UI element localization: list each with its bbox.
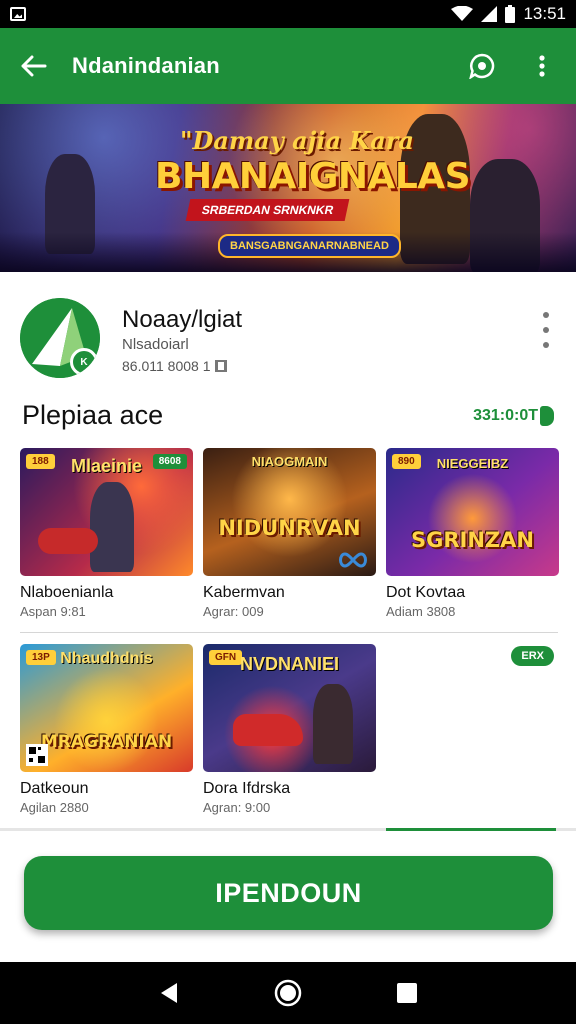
game-subtitle: Aspan 9:81 bbox=[20, 604, 86, 619]
game-art-title: Mlaeinie bbox=[70, 456, 143, 476]
more-dot-icon bbox=[543, 312, 549, 318]
game-subtitle: Agilan 2880 bbox=[20, 800, 89, 815]
section-title: Plepiaa ace bbox=[22, 400, 164, 430]
infinity-icon bbox=[339, 552, 367, 568]
banner-pill: BANSGABNGANARNABNEAD bbox=[218, 234, 401, 258]
banner-ribbon: SRBERDAN SRNKNKR bbox=[185, 199, 350, 221]
app-logo: K bbox=[20, 298, 100, 378]
game-art-title: SGRINZAN bbox=[411, 528, 534, 552]
app-developer[interactable]: Nlsadoiarl bbox=[122, 336, 189, 353]
game-art-top: Nhaudhdnis bbox=[60, 650, 153, 667]
nav-back-button[interactable] bbox=[149, 973, 189, 1013]
game-name: Dora Ifdrska bbox=[203, 780, 291, 797]
game-name: Kabermvan bbox=[203, 584, 285, 601]
nav-home-icon bbox=[274, 979, 302, 1007]
more-vert-icon bbox=[539, 55, 545, 77]
signal-icon bbox=[481, 6, 498, 22]
game-card[interactable]: 188 8608 Mlaeinie Nlaboenianla Aspan 9:8… bbox=[20, 448, 193, 619]
game-card[interactable]: 13P Nhaudhdnis MRAGRANIAN Datkeoun Agila… bbox=[20, 644, 193, 815]
game-thumbnail: 188 8608 Mlaeinie bbox=[20, 448, 193, 576]
game-art-title: NIDUNRVAN bbox=[218, 516, 361, 540]
status-time: 13:51 bbox=[523, 4, 566, 23]
app-meta: 86.011 8008 1 bbox=[122, 358, 227, 374]
banner-title: BHANAIGNALAS bbox=[155, 156, 471, 197]
nav-home-button[interactable] bbox=[268, 973, 308, 1013]
game-thumbnail: 13P Nhaudhdnis MRAGRANIAN bbox=[20, 644, 193, 772]
game-art-top: NIEGGEIBZ bbox=[436, 456, 509, 471]
game-art-title: NVDNANIEI bbox=[239, 654, 339, 674]
game-name: Nlaboenianla bbox=[20, 584, 114, 601]
game-name: Dot Kovtaa bbox=[386, 584, 466, 601]
scroll-indicator bbox=[0, 828, 576, 831]
app-name: Noaay/lgiat bbox=[122, 306, 243, 333]
qr-code-icon bbox=[26, 744, 48, 766]
game-art-weapon bbox=[38, 528, 98, 554]
game-art-title: MRAGRANIAN bbox=[40, 732, 173, 752]
game-card[interactable]: 890 NIEGGEIBZ SGRINZAN Dot Kovtaa Adiam … bbox=[386, 448, 559, 619]
game-art-top: NIAOGMAIN bbox=[251, 454, 328, 469]
game-subtitle: Agran: 9:00 bbox=[203, 800, 271, 815]
section-see-all-link[interactable]: 331:0:0T bbox=[473, 406, 554, 426]
nav-recents-button[interactable] bbox=[387, 973, 427, 1013]
chat-icon bbox=[469, 53, 495, 79]
more-dot-icon bbox=[543, 327, 549, 333]
game-subtitle: Agrar: 009 bbox=[203, 604, 264, 619]
game-art-vehicle bbox=[233, 714, 303, 746]
nav-back-icon bbox=[161, 983, 178, 1003]
game-thumbnail: NIAOGMAIN NIDUNRVAN bbox=[203, 448, 376, 576]
app-logo-badge: K bbox=[70, 348, 98, 376]
floating-badge[interactable]: ERX bbox=[511, 646, 554, 666]
status-bar: 13:51 bbox=[0, 0, 576, 28]
game-thumbnail: 890 NIEGGEIBZ SGRINZAN bbox=[386, 448, 559, 576]
promo-banner[interactable]: "Damay ajia Kara BHANAIGNALAS SRBERDAN S… bbox=[0, 104, 576, 272]
game-art-character bbox=[90, 482, 134, 572]
more-options-button[interactable] bbox=[522, 46, 562, 86]
section-link-label: 331:0:0T bbox=[473, 407, 538, 424]
app-bar: Ndanindanian bbox=[0, 28, 576, 104]
game-subtitle: Adiam 3808 bbox=[386, 604, 456, 619]
game-thumbnail: GFN NVDNANIEI bbox=[203, 644, 376, 772]
app-more-button[interactable] bbox=[536, 310, 556, 350]
game-art-character bbox=[313, 684, 353, 764]
game-card[interactable]: GFN NVDNANIEI Dora Ifdrska Agran: 9:00 bbox=[203, 644, 376, 815]
app-info: K Noaay/lgiat Nlsadoiarl 86.011 8008 1 bbox=[0, 272, 576, 392]
banner-line1: "Damay ajia Kara bbox=[180, 126, 414, 155]
system-nav-bar bbox=[0, 962, 576, 1024]
battery-icon bbox=[505, 5, 516, 23]
info-icon bbox=[214, 360, 227, 372]
arrow-tab-icon bbox=[540, 406, 554, 426]
wifi-icon bbox=[451, 6, 474, 21]
row-divider bbox=[20, 632, 558, 633]
game-name: Datkeoun bbox=[20, 780, 89, 797]
scroll-indicator-fill bbox=[385, 828, 556, 831]
chat-button[interactable] bbox=[462, 46, 502, 86]
app-meta-text: 86.011 8008 1 bbox=[122, 358, 211, 374]
app-bar-title: Ndanindanian bbox=[72, 53, 220, 78]
back-button[interactable] bbox=[14, 46, 54, 86]
more-dot-icon bbox=[543, 342, 549, 348]
gallery-icon bbox=[10, 7, 26, 21]
primary-action-button[interactable]: IPENDOUN bbox=[24, 856, 553, 930]
game-card[interactable]: NIAOGMAIN NIDUNRVAN Kabermvan Agrar: 009 bbox=[203, 448, 376, 619]
arrow-back-icon bbox=[21, 55, 47, 77]
nav-recents-icon bbox=[396, 983, 417, 1003]
